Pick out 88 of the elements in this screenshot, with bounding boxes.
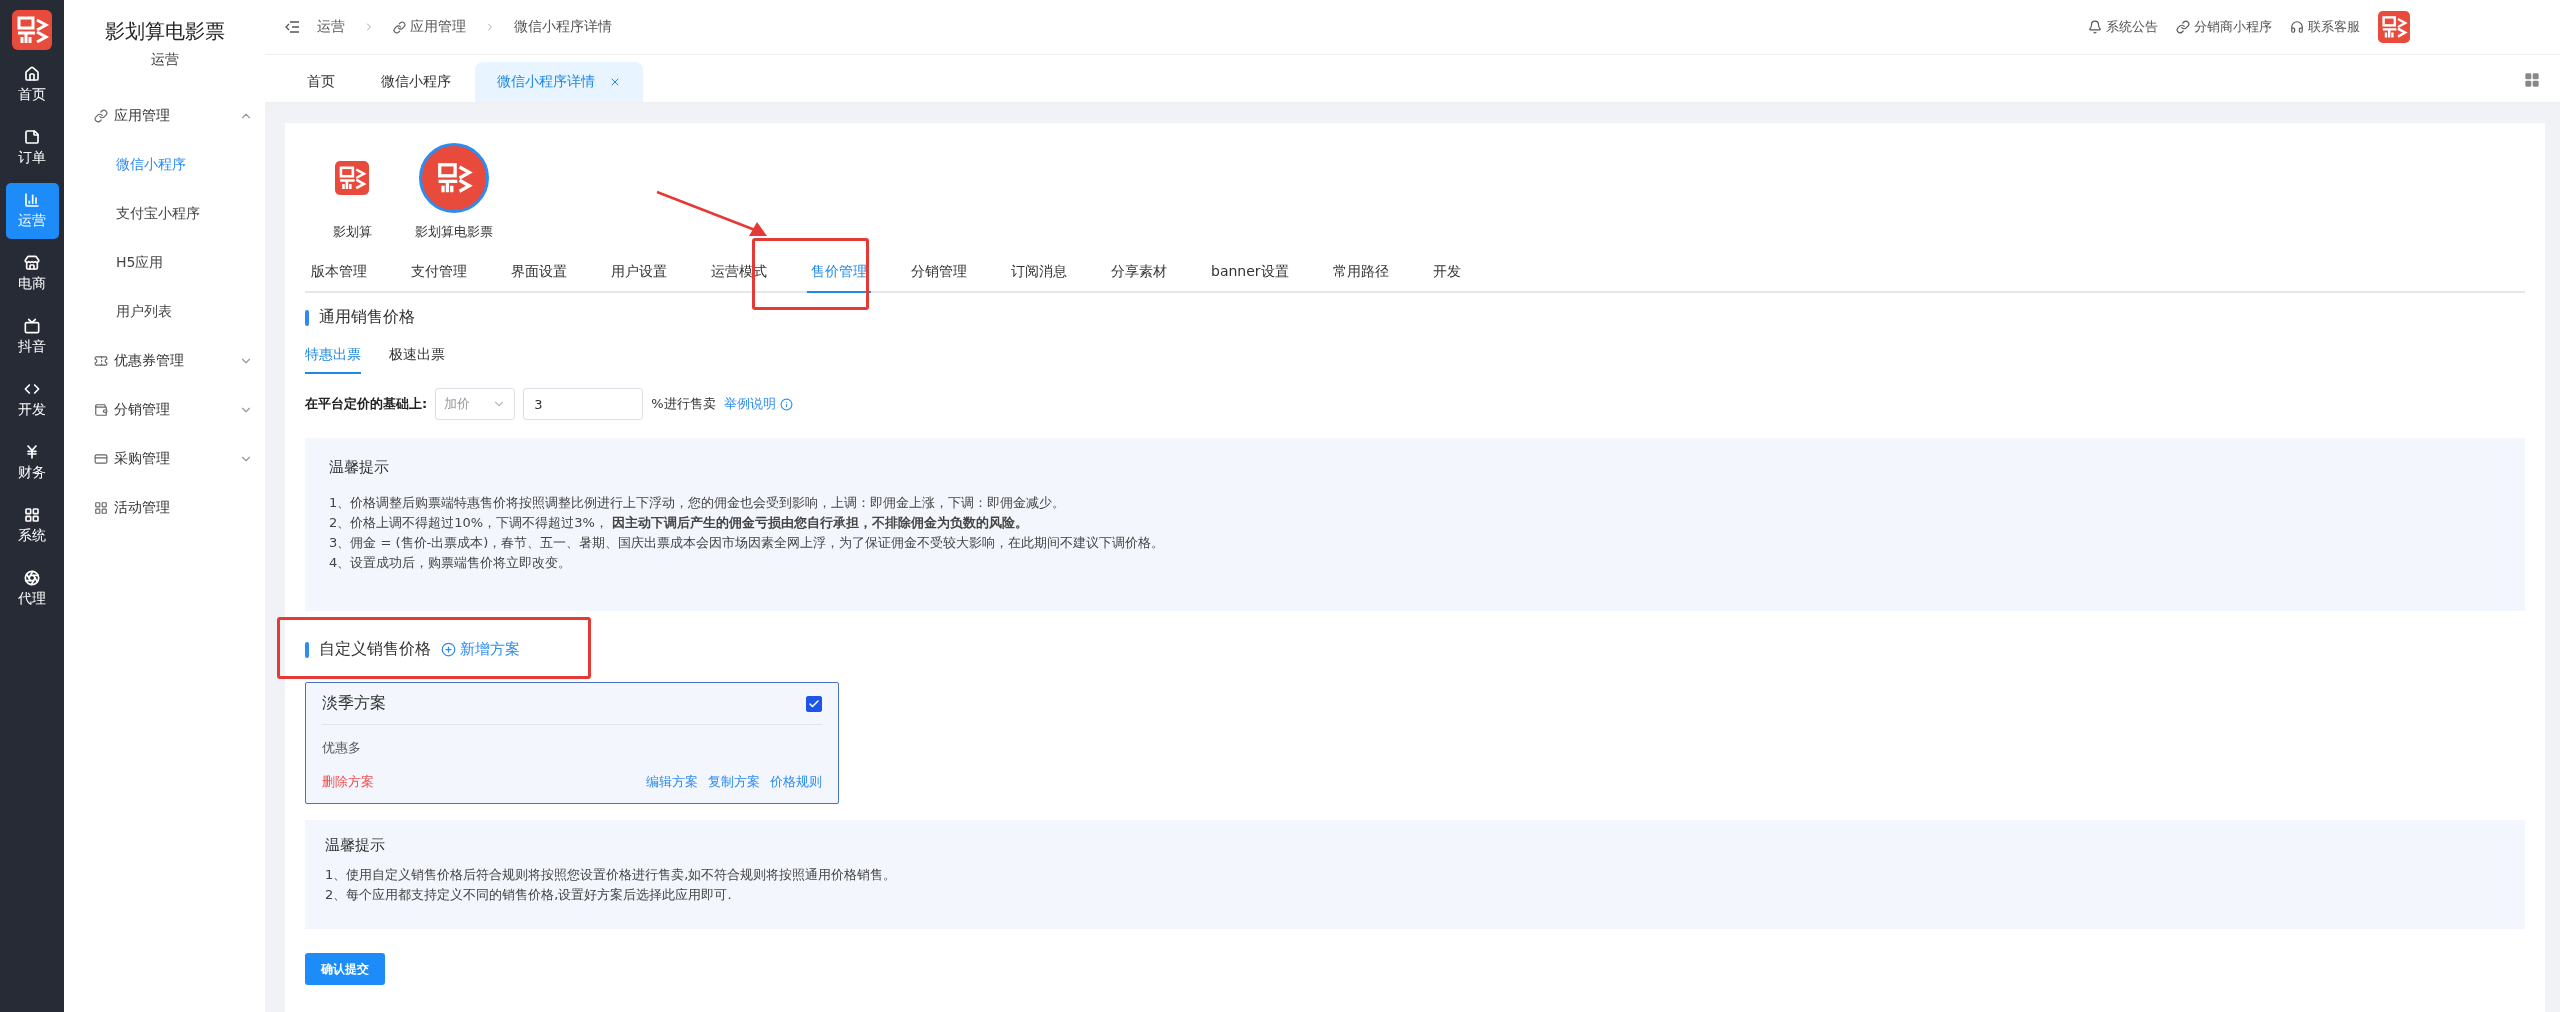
yen-icon [24,444,40,460]
detail-tab[interactable]: 订阅消息 [1007,253,1071,293]
rail-item[interactable]: 系统 [5,498,59,554]
home-icon [24,66,40,82]
link-icon [393,20,406,34]
plan-name: 淡季方案 [322,693,386,714]
rule-label: 在平台定价的基础上: [305,395,428,413]
tips-title: 温馨提示 [329,458,390,477]
subtab[interactable]: 极速出票 [389,342,445,374]
submenu-item[interactable]: 微信小程序 [76,140,253,189]
tips-title: 温馨提示 [325,836,386,855]
submenu-item[interactable]: 用户列表 [76,287,253,336]
menu-item[interactable]: 优惠券管理 [76,336,253,385]
plus-circle-icon [441,642,456,657]
detail-tab[interactable]: 用户设置 [607,253,671,293]
tip-line: 2、价格上调不得超过10%，下调不得超过3%， 因主动下调后产生的佣金亏损由您自行承担，不排除佣金为负数的风险。 [329,514,1029,532]
detail-tab[interactable]: 支付管理 [407,253,471,293]
section-marker [305,309,309,326]
menu-item[interactable]: 应用管理 [76,91,253,140]
header-link[interactable]: 分销商小程序 [2176,18,2272,36]
app-title: 影划算电影票 [103,18,226,45]
rail-item[interactable]: 开发 [5,372,59,428]
card-icon [94,451,108,466]
collapse-icon[interactable] [285,21,299,33]
headset-icon [2290,20,2304,34]
tip-line: 4、设置成功后，购票端售价将立即改变。 [329,554,573,572]
detail-tab[interactable]: banner设置 [1207,253,1293,293]
submenu-item[interactable]: H5应用 [76,238,253,287]
breadcrumb-item[interactable]: 微信小程序详情 [514,18,612,36]
header-link[interactable]: 系统公告 [2088,18,2158,36]
rail-item[interactable]: 代理 [5,561,59,617]
section-title: 运营 [149,51,180,69]
ticket-icon [94,353,108,368]
percent-field[interactable]: 3 [523,388,644,420]
rail-item[interactable]: 抖音 [5,309,59,365]
tip-line: 2、每个应用都支持定义不同的销售价格,设置好方案后选择此应用即可. [325,886,733,904]
plan-checkbox[interactable] [806,695,822,712]
tip-line: 3、佣金 = (售价-出票成本)，春节、五一、暑期、国庆出票成本会因市场因素全网上浮，为了保证佣金不受较大影响，在此期间不建议下调价格。 [329,534,1166,552]
tip-line: 1、使用自定义销售价格后符合规则将按照您设置价格进行售卖,如不符合规则将按照通用价格销售。 [325,866,898,884]
detail-tab[interactable]: 开发 [1428,253,1465,293]
subtab[interactable]: 特惠出票 [305,342,361,374]
link-icon [2176,20,2190,34]
menu-item[interactable]: 采购管理 [76,434,253,483]
app-logo-icon [335,161,369,195]
app-item[interactable]: 影划算 [317,143,387,241]
grid-icon [94,500,108,515]
detail-tab[interactable]: 售价管理 [807,253,871,293]
check-icon [808,697,820,710]
detail-tab[interactable]: 常用路径 [1328,253,1393,293]
code-icon [24,381,40,397]
note-icon [24,129,40,145]
page-tab[interactable]: 微信小程序 [359,62,473,102]
wallet-icon [94,402,108,417]
suffix-text: %进行售卖 [651,395,716,413]
page-tab[interactable]: 首页 [285,62,357,102]
logo-icon [12,10,52,50]
detail-tab[interactable]: 版本管理 [307,253,371,293]
aperture-icon [24,570,40,586]
rail-item[interactable]: 首页 [5,57,59,113]
tv-icon [24,318,40,334]
header-link[interactable]: 联系客服 [2290,18,2360,36]
section-marker [305,641,309,658]
detail-tab[interactable]: 分享素材 [1107,253,1171,293]
rail-item[interactable]: 电商 [5,246,59,302]
grid-icon [24,507,40,523]
rail-item[interactable]: 订单 [5,120,59,176]
breadcrumb-item[interactable]: 应用管理 [393,18,466,36]
breadcrumb-item[interactable]: 运营 [317,18,345,36]
store-icon [24,255,40,271]
rail-item[interactable]: 财务 [5,435,59,491]
plan-description: 优惠多 [322,739,362,757]
tip-line: 1、价格调整后购票端特惠售价将按照调整比例进行上下浮动，您的佣金也会受到影响，上调：即佣金上涨，下调：即佣金减少。 [329,494,1067,512]
example-link[interactable]: 举例说明 [723,395,793,413]
section-title: 通用销售价格 [319,307,415,328]
avatar-icon [2378,11,2410,43]
section-title: 自定义销售价格 [319,639,431,660]
detail-tab[interactable]: 界面设置 [507,253,571,293]
add-plan-link[interactable]: 新增方案 [441,640,520,659]
close-icon[interactable] [609,76,621,88]
link-icon [94,108,108,123]
detail-tab[interactable]: 分销管理 [907,253,971,293]
chart-icon [24,192,40,208]
grid-icon[interactable] [2524,72,2540,88]
submenu-item[interactable]: 支付宝小程序 [76,189,253,238]
menu-item[interactable]: 活动管理 [76,483,253,532]
menu-item[interactable]: 分销管理 [76,385,253,434]
bell-icon [2088,20,2102,34]
info-icon [779,397,793,411]
